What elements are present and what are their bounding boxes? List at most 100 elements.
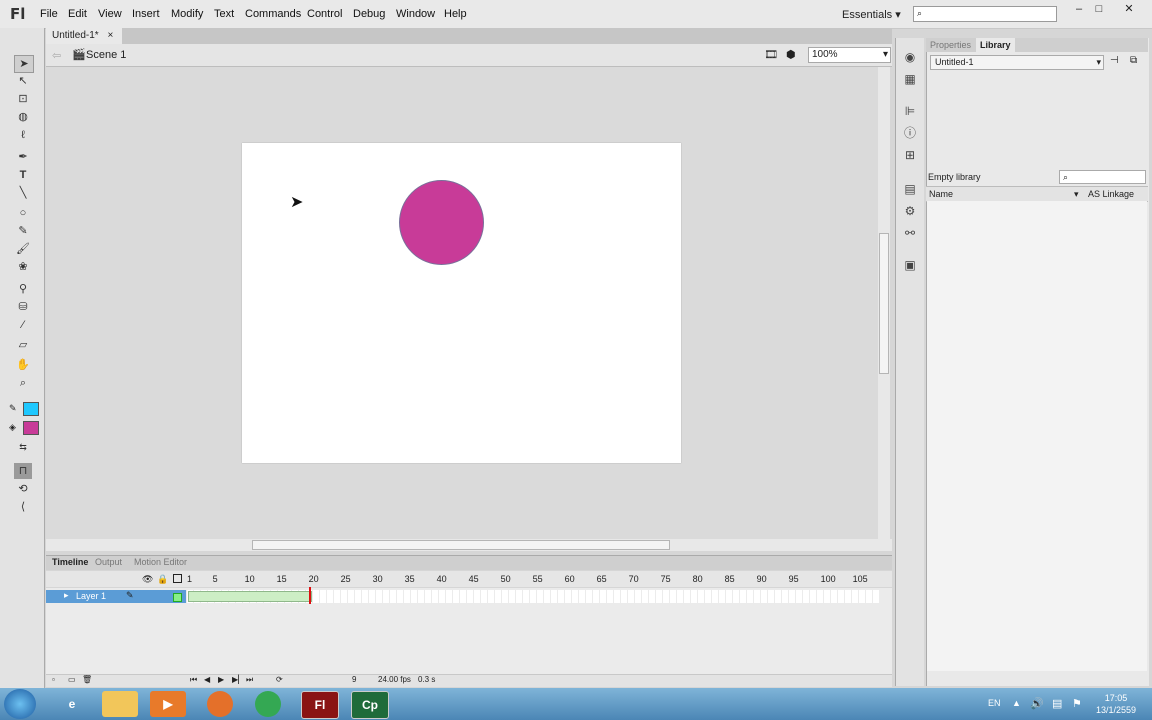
workspace-switcher[interactable]: Essentials ▾ bbox=[842, 8, 901, 21]
snap-to-objects-icon[interactable]: ⊓ bbox=[14, 463, 32, 479]
sort-icon[interactable]: ▾ bbox=[1074, 189, 1079, 200]
current-frame[interactable]: 9 bbox=[352, 675, 356, 684]
new-library-icon[interactable]: ⧉ bbox=[1130, 55, 1137, 66]
straighten-icon[interactable]: ⟨ bbox=[14, 499, 32, 515]
color-panel-icon[interactable]: ◉ bbox=[903, 50, 917, 64]
transform-panel-icon[interactable]: ⊞ bbox=[903, 148, 917, 162]
free-transform-tool-icon[interactable]: ⊡ bbox=[14, 91, 32, 107]
media-player-icon[interactable]: ▶ bbox=[150, 691, 186, 717]
eraser-tool-icon[interactable]: ▱ bbox=[14, 337, 32, 353]
library-item-list[interactable] bbox=[927, 201, 1147, 671]
prev-frame-icon[interactable]: ◀ bbox=[204, 675, 210, 684]
lasso-tool-icon[interactable]: ℓ bbox=[14, 127, 32, 143]
firefox-icon[interactable] bbox=[207, 691, 233, 717]
menu-window[interactable]: Window bbox=[396, 8, 435, 20]
circle-shape[interactable] bbox=[399, 180, 484, 265]
tab-library[interactable]: Library bbox=[976, 38, 1015, 52]
new-layer-icon[interactable]: ▫ bbox=[52, 675, 55, 684]
pen-tool-icon[interactable]: ✒ bbox=[14, 149, 32, 165]
info-panel-icon[interactable]: ⓘ bbox=[903, 126, 917, 140]
menu-modify[interactable]: Modify bbox=[171, 8, 203, 20]
last-frame-icon[interactable]: ⏭ bbox=[246, 675, 253, 685]
eye-icon[interactable]: 👁 bbox=[142, 574, 153, 585]
close-tab-icon[interactable]: × bbox=[107, 30, 113, 41]
chrome-icon[interactable] bbox=[255, 691, 281, 717]
menu-edit[interactable]: Edit bbox=[68, 8, 87, 20]
shape-tween-span[interactable] bbox=[188, 591, 312, 602]
zoom-select[interactable]: 100% ▾ bbox=[808, 47, 891, 63]
layer-row[interactable]: ▸ Layer 1 ✎ bbox=[46, 590, 186, 603]
swap-colors-icon[interactable]: ⇆ bbox=[14, 439, 32, 455]
delete-layer-icon[interactable]: 🗑 bbox=[82, 675, 92, 684]
zoom-tool-icon[interactable]: ⌕ bbox=[14, 375, 32, 391]
vertical-scroll-thumb[interactable] bbox=[879, 233, 889, 374]
loop-icon[interactable]: ⟳ bbox=[276, 675, 283, 684]
menu-debug[interactable]: Debug bbox=[353, 8, 385, 20]
column-name[interactable]: Name bbox=[929, 189, 953, 199]
selection-tool-icon[interactable]: ➤ bbox=[14, 55, 34, 73]
paint-bucket-tool-icon[interactable]: ⛁ bbox=[14, 299, 32, 315]
motion-presets-icon[interactable]: ⚙ bbox=[903, 204, 917, 218]
horizontal-scroll-thumb[interactable] bbox=[252, 540, 670, 550]
close-button[interactable]: ✕ bbox=[1116, 0, 1142, 18]
smooth-icon[interactable]: ⟲ bbox=[14, 481, 32, 497]
tab-timeline[interactable]: Timeline bbox=[52, 557, 88, 567]
lock-icon[interactable]: 🔒 bbox=[157, 574, 168, 585]
maximize-button[interactable]: □ bbox=[1086, 0, 1112, 18]
fill-color-swatch[interactable] bbox=[23, 421, 39, 435]
internet-explorer-icon[interactable]: e bbox=[54, 691, 90, 717]
text-tool-icon[interactable]: T bbox=[14, 167, 32, 183]
language-indicator[interactable]: EN bbox=[988, 698, 1001, 708]
playhead[interactable] bbox=[309, 587, 311, 604]
start-button[interactable] bbox=[4, 689, 36, 719]
network-icon[interactable]: ▤ bbox=[1052, 697, 1062, 710]
menu-text[interactable]: Text bbox=[214, 8, 234, 20]
edit-symbols-icon[interactable]: ⬢ bbox=[786, 48, 796, 61]
flash-taskbar-icon[interactable]: Fl bbox=[301, 691, 339, 719]
menu-control[interactable]: Control bbox=[307, 8, 342, 20]
bone-tool-icon[interactable]: ⚲ bbox=[14, 281, 32, 297]
code-snippets-icon[interactable]: ⚯ bbox=[903, 226, 917, 240]
play-icon[interactable]: ▶ bbox=[218, 675, 224, 684]
library-document-select[interactable]: Untitled-1 ▾ bbox=[930, 55, 1104, 70]
help-search-input[interactable]: ⌕ bbox=[913, 6, 1057, 22]
edit-scene-icon[interactable]: 🎞 bbox=[764, 48, 778, 61]
first-frame-icon[interactable]: ⏮ bbox=[190, 675, 197, 685]
align-panel-icon[interactable]: ⊫ bbox=[903, 104, 917, 118]
frame-rate[interactable]: 24.00 fps bbox=[378, 675, 411, 684]
next-frame-icon[interactable]: ▶▏ bbox=[232, 675, 244, 684]
pin-library-icon[interactable]: ⊣ bbox=[1110, 55, 1119, 66]
oval-tool-icon[interactable]: ○ bbox=[14, 205, 32, 221]
history-panel-icon[interactable]: ▣ bbox=[903, 258, 917, 272]
back-arrow-icon[interactable]: ⇦ bbox=[52, 49, 61, 62]
layer-outline-swatch[interactable] bbox=[173, 593, 182, 602]
3d-rotation-tool-icon[interactable]: ◍ bbox=[14, 109, 32, 125]
tray-expand-icon[interactable]: ▲ bbox=[1012, 698, 1021, 708]
deco-tool-icon[interactable]: ❀ bbox=[14, 259, 32, 275]
subselection-tool-icon[interactable]: ↖ bbox=[14, 73, 32, 89]
line-tool-icon[interactable]: ╲ bbox=[14, 185, 32, 201]
components-panel-icon[interactable]: ▤ bbox=[903, 182, 917, 196]
new-folder-icon[interactable]: ▭ bbox=[68, 675, 76, 684]
eyedropper-tool-icon[interactable]: ⁄ bbox=[14, 317, 32, 333]
pencil-tool-icon[interactable]: ✎ bbox=[14, 223, 32, 239]
outline-icon[interactable] bbox=[173, 574, 182, 583]
hand-tool-icon[interactable]: ✋ bbox=[14, 357, 32, 373]
menu-help[interactable]: Help bbox=[444, 8, 467, 20]
volume-icon[interactable]: 🔊 bbox=[1030, 697, 1044, 710]
tab-properties[interactable]: Properties bbox=[926, 38, 975, 52]
brush-tool-icon[interactable]: 🖌 bbox=[14, 241, 32, 257]
file-explorer-icon[interactable] bbox=[102, 691, 138, 717]
taskbar-clock[interactable]: 17:05 13/1/2559 bbox=[1089, 692, 1143, 716]
tab-motion-editor[interactable]: Motion Editor bbox=[134, 557, 187, 567]
stroke-color-swatch[interactable] bbox=[23, 402, 39, 416]
menu-file[interactable]: File bbox=[40, 8, 58, 20]
column-as-linkage[interactable]: AS Linkage bbox=[1088, 189, 1134, 199]
menu-commands[interactable]: Commands bbox=[245, 8, 301, 20]
document-tab[interactable]: Untitled-1* × bbox=[46, 28, 122, 44]
swatches-panel-icon[interactable]: ▦ bbox=[903, 72, 917, 86]
library-search-input[interactable]: ⌕ bbox=[1059, 170, 1146, 184]
tab-output[interactable]: Output bbox=[95, 557, 122, 567]
menu-view[interactable]: View bbox=[98, 8, 122, 20]
menu-insert[interactable]: Insert bbox=[132, 8, 160, 20]
